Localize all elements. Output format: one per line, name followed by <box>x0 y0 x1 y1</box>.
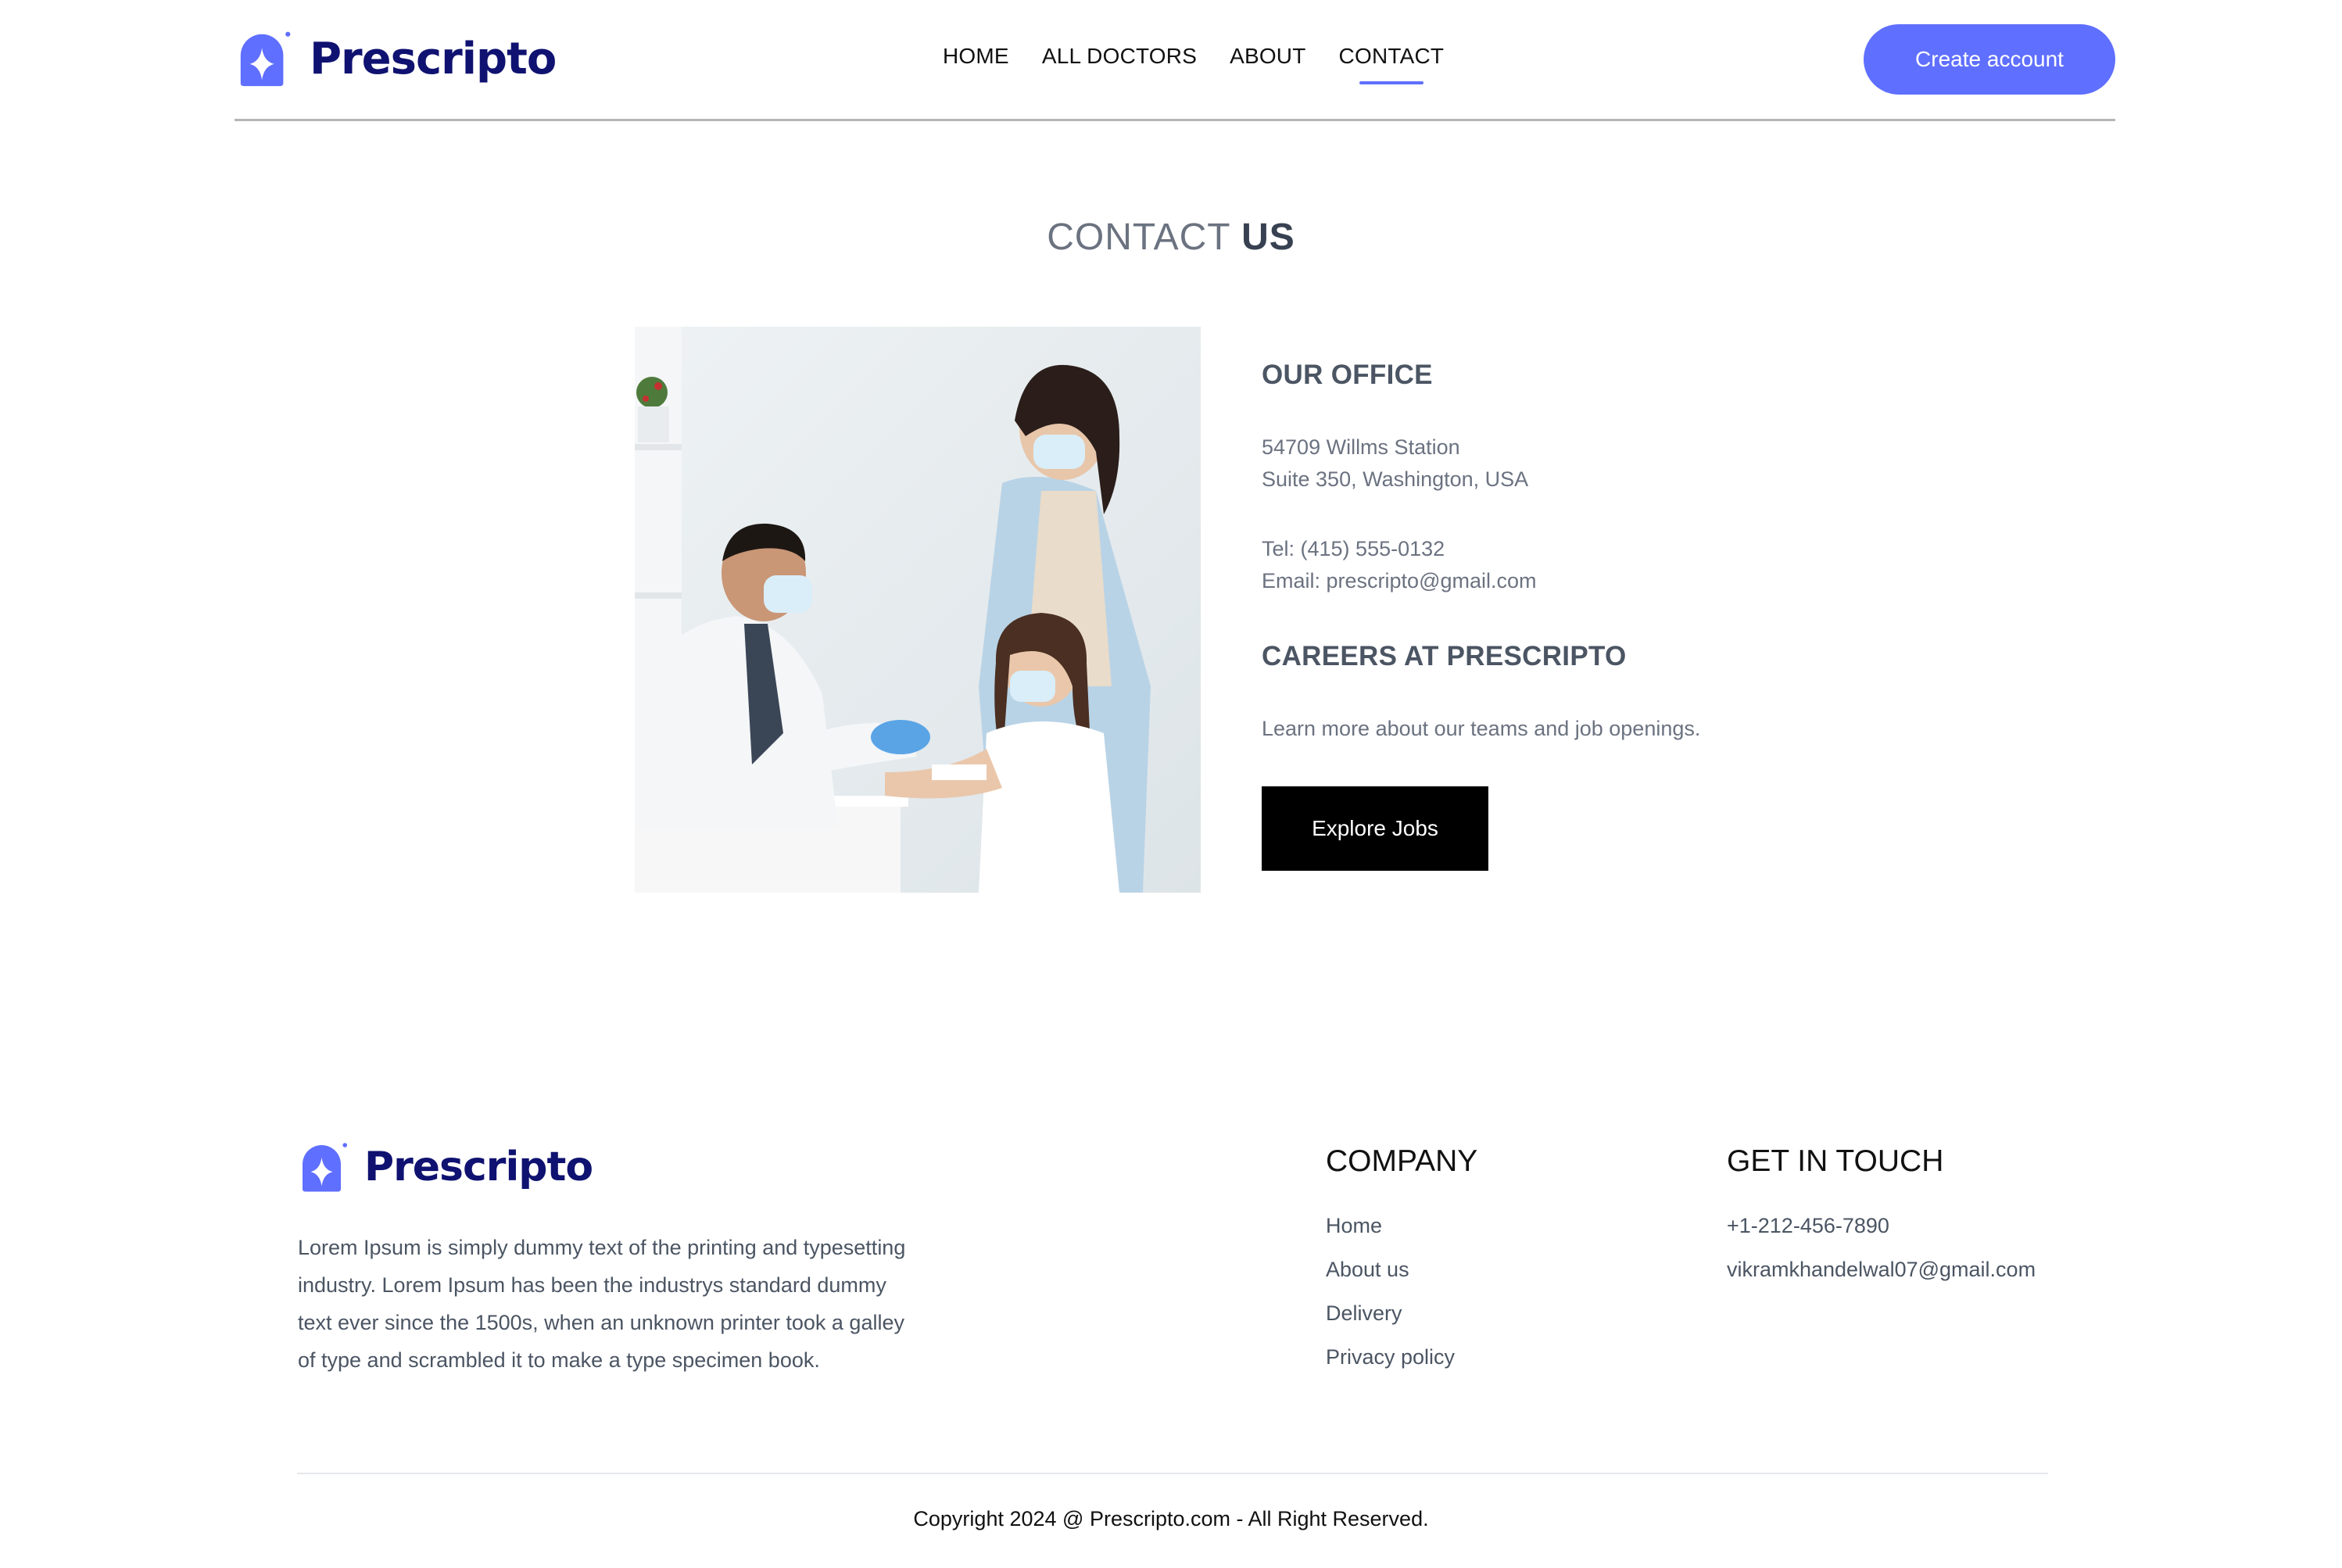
footer-email: vikramkhandelwal07@gmail.com <box>1727 1258 2036 1281</box>
footer-logo-text: Prescripto <box>364 1144 593 1190</box>
office-tel: Tel: (415) 555-0132 <box>1262 537 1445 560</box>
address-line-1: 54709 Willms Station <box>1262 435 1460 459</box>
page-title-bold: US <box>1241 217 1295 258</box>
page-title-light: CONTACT <box>1047 217 1230 258</box>
doctor-vaccinating-child-photo-icon <box>635 327 1201 893</box>
footer-divider <box>297 1473 2048 1474</box>
footer-logo[interactable]: Prescripto <box>297 1140 593 1194</box>
company-heading: COMPANY <box>1326 1144 1478 1178</box>
address-line-2: Suite 350, Washington, USA <box>1262 467 1529 491</box>
footer-link-privacy[interactable]: Privacy policy <box>1326 1341 1477 1385</box>
nav-all-doctors[interactable]: ALL DOCTORS <box>1042 44 1197 69</box>
header-logo[interactable]: Prescripto <box>235 28 557 89</box>
careers-text: Learn more about our teams and job openi… <box>1262 717 1701 740</box>
footer-link-about[interactable]: About us <box>1326 1254 1477 1298</box>
contact-info: OUR OFFICE 54709 Willms Station Suite 35… <box>1262 360 1965 871</box>
office-email: Email: prescripto@gmail.com <box>1262 569 1537 592</box>
copyright-text: Copyright 2024 @ Prescripto.com - All Ri… <box>913 1507 1429 1530</box>
nav-contact[interactable]: CONTACT <box>1339 44 1445 84</box>
top-navbar: Prescripto HOME ALL DOCTORS ABOUT CONTAC… <box>235 0 2115 121</box>
contact-image <box>635 327 1201 893</box>
create-account-button[interactable]: Create account <box>1864 24 2115 95</box>
careers-heading: CAREERS AT PRESCRIPTO <box>1262 641 1627 671</box>
office-heading: OUR OFFICE <box>1262 360 1433 390</box>
get-in-touch-heading: GET IN TOUCH <box>1727 1144 1944 1178</box>
footer-link-delivery[interactable]: Delivery <box>1326 1298 1477 1341</box>
prescripto-logo-icon <box>303 1143 348 1192</box>
explore-jobs-button[interactable]: Explore Jobs <box>1262 786 1488 871</box>
footer-link-home[interactable]: Home <box>1326 1210 1477 1254</box>
footer-company-column: COMPANY Home About us Delivery Privacy p… <box>1326 1144 1477 1385</box>
contact-list: +1-212-456-7890 vikramkhandelwal07@gmail… <box>1727 1210 2036 1298</box>
page-title: CONTACT US <box>0 216 2342 259</box>
footer-contact-column: GET IN TOUCH +1-212-456-7890 vikramkhand… <box>1727 1144 2036 1298</box>
main-nav: HOME ALL DOCTORS ABOUT CONTACT <box>943 44 1477 84</box>
logo-text: Prescripto <box>310 33 557 84</box>
prescripto-logo-icon <box>240 31 291 87</box>
footer-phone: +1-212-456-7890 <box>1727 1214 1889 1237</box>
nav-home[interactable]: HOME <box>943 44 1009 69</box>
company-links: Home About us Delivery Privacy policy <box>1326 1210 1477 1385</box>
nav-about[interactable]: ABOUT <box>1230 44 1305 69</box>
footer-description: Lorem Ipsum is simply dummy text of the … <box>298 1236 906 1372</box>
